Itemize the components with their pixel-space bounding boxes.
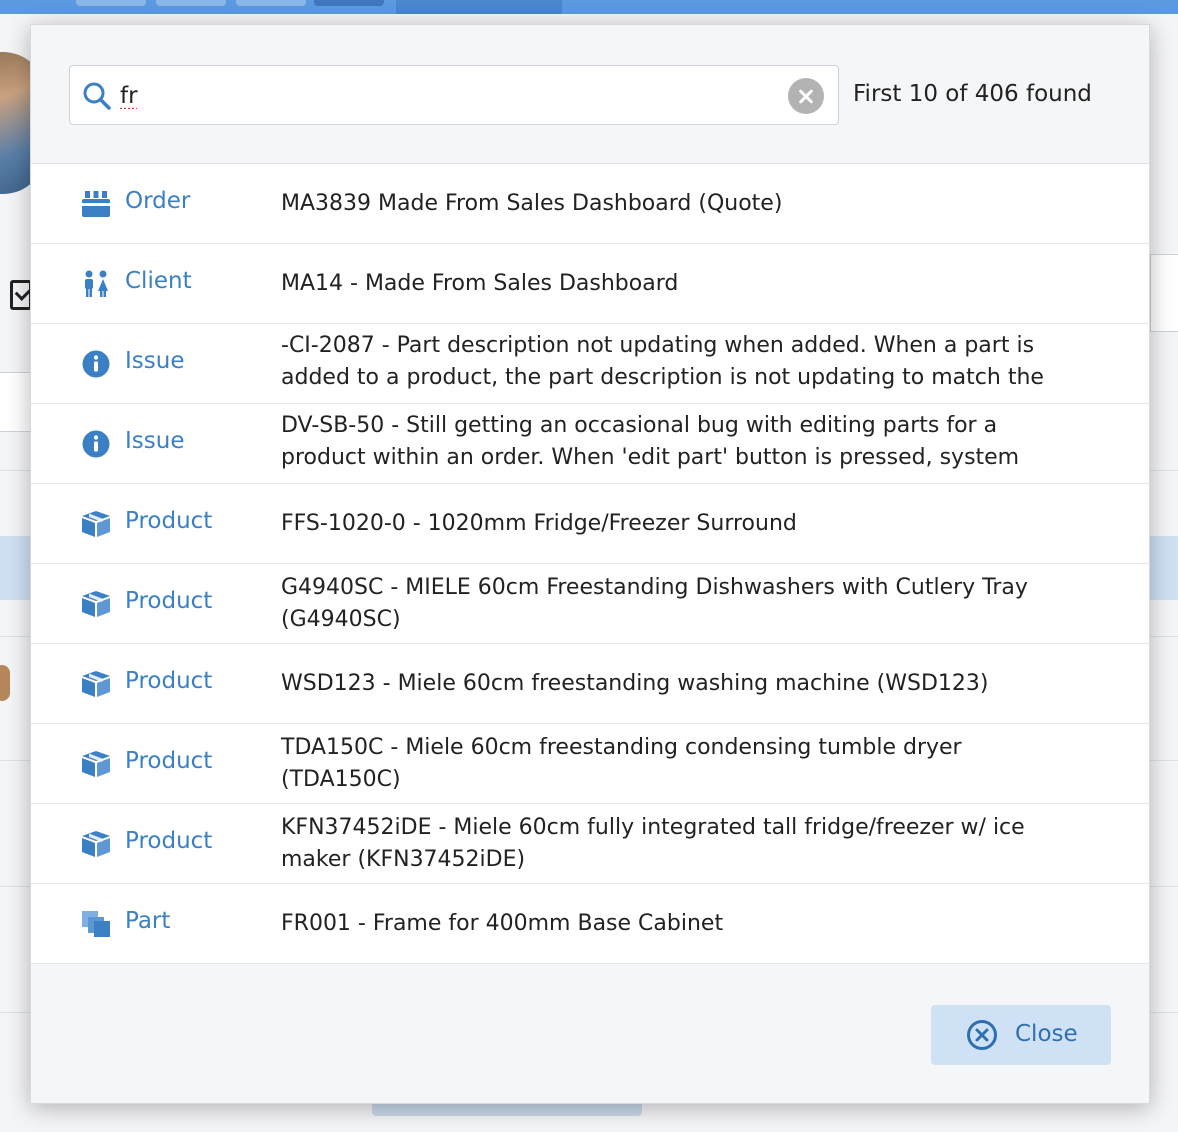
- info-icon: [81, 350, 111, 378]
- result-description-cell: FFS-1020-0 - 1020mm Fridge/Freezer Surro…: [281, 484, 1081, 563]
- result-type: Product: [125, 588, 213, 614]
- result-type: Part: [125, 908, 171, 934]
- result-row[interactable]: Issue DV-SB-50 - Still getting an occasio…: [31, 404, 1149, 484]
- result-description-cell: WSD123 - Miele 60cm freestanding washing…: [281, 644, 1081, 723]
- result-description-cell: G4940SC - MIELE 60cm Freestanding Dishwa…: [281, 564, 1081, 643]
- result-description: DV-SB-50 - Still getting an occasional b…: [281, 413, 1020, 478]
- box-icon: [81, 670, 111, 698]
- result-type: Client: [125, 268, 192, 294]
- result-row[interactable]: Product G4940SC - MIELE 60cm Freestanding…: [31, 564, 1149, 644]
- result-description: WSD123 - Miele 60cm freestanding washing…: [281, 671, 989, 696]
- result-row[interactable]: Product FFS-1020-0 - 1020mm Fridge/Freeze…: [31, 484, 1149, 564]
- result-description: KFN37452iDE - Miele 60cm fully integrate…: [281, 815, 1025, 872]
- result-description: -CI-2087 - Part description not updating…: [281, 333, 1044, 390]
- client-icon: [81, 270, 111, 298]
- result-description-cell: MA14 - Made From Sales Dashboard: [281, 244, 1081, 323]
- result-type: Order: [125, 188, 191, 214]
- result-description-cell: -CI-2087 - Part description not updating…: [281, 324, 1081, 403]
- result-description-cell: KFN37452iDE - Miele 60cm fully integrate…: [281, 804, 1081, 883]
- app-tab: [236, 0, 306, 6]
- parts-icon: [81, 910, 111, 938]
- result-type: Product: [125, 828, 213, 854]
- box-icon: [81, 830, 111, 858]
- result-type: Issue: [125, 348, 185, 374]
- result-description-cell: DV-SB-50 - Still getting an occasional b…: [281, 404, 1081, 483]
- result-row[interactable]: Order MA3839 Made From Sales Dashboard (Q…: [31, 164, 1149, 244]
- result-description: FFS-1020-0 - 1020mm Fridge/Freezer Surro…: [281, 511, 797, 536]
- result-description-cell: TDA150C - Miele 60cm freestanding conden…: [281, 724, 1081, 803]
- order-icon: [81, 190, 111, 218]
- search-box: [69, 65, 839, 125]
- clear-search-icon[interactable]: [788, 78, 824, 114]
- result-row[interactable]: Product KFN37452iDE - Miele 60cm fully in…: [31, 804, 1149, 884]
- result-description: MA3839 Made From Sales Dashboard (Quote): [281, 191, 783, 216]
- app-tab-active: [396, 0, 562, 14]
- result-row[interactable]: Product TDA150C - Miele 60cm freestanding…: [31, 724, 1149, 804]
- result-description: MA14 - Made From Sales Dashboard: [281, 271, 679, 296]
- result-description-cell: FR001 - Frame for 400mm Base Cabinet: [281, 884, 1081, 963]
- result-row[interactable]: Issue -CI-2087 - Part description not upd…: [31, 324, 1149, 404]
- search-input[interactable]: [120, 74, 780, 118]
- checkbox-icon: [10, 280, 32, 310]
- close-button[interactable]: Close: [931, 1005, 1111, 1065]
- results-list: Order MA3839 Made From Sales Dashboard (Q…: [31, 163, 1149, 964]
- result-description: FR001 - Frame for 400mm Base Cabinet: [281, 911, 724, 936]
- search-icon: [83, 82, 111, 110]
- result-row[interactable]: Client MA14 - Made From Sales Dashboard: [31, 244, 1149, 324]
- box-icon: [81, 750, 111, 778]
- box-icon: [81, 590, 111, 618]
- result-row[interactable]: Product WSD123 - Miele 60cm freestanding …: [31, 644, 1149, 724]
- background-panel: [1150, 254, 1178, 332]
- result-type: Product: [125, 508, 213, 534]
- close-button-label: Close: [1015, 1021, 1078, 1047]
- result-type: Issue: [125, 428, 185, 454]
- background-avatar: [0, 665, 10, 701]
- results-count: First 10 of 406 found: [853, 81, 1092, 107]
- result-description: G4940SC - MIELE 60cm Freestanding Dishwa…: [281, 575, 1028, 632]
- app-tab: [76, 0, 146, 6]
- result-type: Product: [125, 748, 213, 774]
- search-dialog: First 10 of 406 found Order MA3839 Made F…: [30, 24, 1150, 1104]
- result-description: TDA150C - Miele 60cm freestanding conden…: [281, 735, 962, 792]
- app-tab: [156, 0, 226, 6]
- app-tab: [314, 0, 384, 6]
- close-icon: [967, 1020, 997, 1050]
- box-icon: [81, 510, 111, 538]
- info-icon: [81, 430, 111, 458]
- result-type: Product: [125, 668, 213, 694]
- result-description-cell: MA3839 Made From Sales Dashboard (Quote): [281, 164, 1081, 243]
- result-row[interactable]: Part FR001 - Frame for 400mm Base Cabinet: [31, 884, 1149, 964]
